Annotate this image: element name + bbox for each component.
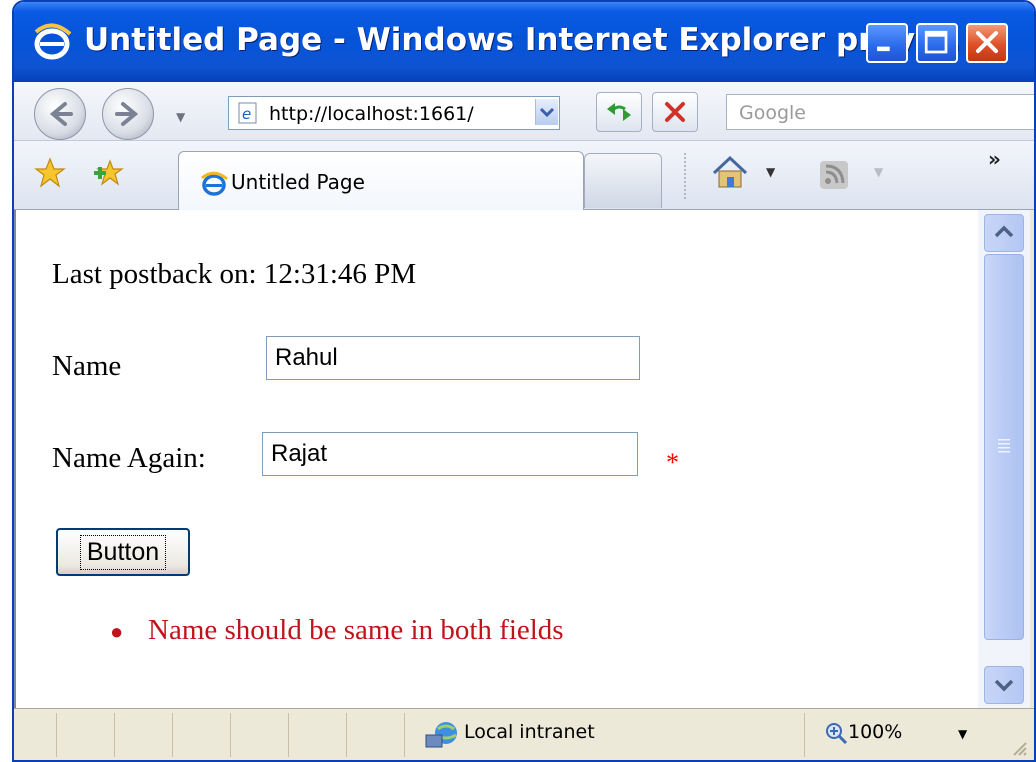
last-postback-text: Last postback on: 12:31:46 PM bbox=[52, 258, 417, 290]
back-button[interactable] bbox=[34, 88, 86, 140]
refresh-icon bbox=[607, 103, 631, 121]
scroll-thumb[interactable] bbox=[984, 254, 1024, 640]
zoom-dropdown[interactable]: ▼ bbox=[958, 727, 967, 741]
status-segment bbox=[172, 713, 231, 757]
address-dropdown-button[interactable] bbox=[535, 99, 558, 125]
minimize-icon bbox=[877, 46, 890, 52]
button-label: Button bbox=[79, 534, 167, 570]
name-again-label: Name Again: bbox=[52, 442, 206, 474]
feeds-dropdown[interactable]: ▼ bbox=[874, 165, 883, 179]
page-icon: e bbox=[238, 102, 257, 124]
close-icon bbox=[975, 31, 999, 54]
name-again-input[interactable] bbox=[262, 432, 638, 476]
submit-button[interactable]: Button bbox=[56, 528, 190, 576]
favorites-star-icon[interactable] bbox=[34, 157, 66, 189]
ie-logo-icon bbox=[34, 23, 72, 60]
window-title: Untitled Page - Windows Internet Explore… bbox=[84, 22, 961, 58]
forward-button[interactable] bbox=[102, 88, 154, 140]
toolbar-separator bbox=[684, 153, 686, 199]
chevron-down-icon bbox=[994, 679, 1014, 692]
tab-untitled-page[interactable]: Untitled Page bbox=[178, 151, 584, 210]
scroll-down-button[interactable] bbox=[984, 666, 1024, 704]
maximize-button[interactable] bbox=[916, 23, 958, 63]
status-segment bbox=[14, 713, 57, 757]
address-bar[interactable]: e http://localhost:1661/ bbox=[228, 96, 560, 130]
add-favorite-icon[interactable] bbox=[92, 157, 124, 189]
status-segment bbox=[288, 713, 347, 757]
new-tab-button[interactable] bbox=[584, 153, 662, 208]
status-segment bbox=[230, 713, 289, 757]
security-zone-text: Local intranet bbox=[464, 721, 595, 743]
feeds-icon[interactable] bbox=[818, 159, 850, 191]
local-intranet-icon bbox=[425, 722, 457, 748]
close-button[interactable] bbox=[966, 23, 1008, 63]
title-bar[interactable]: Untitled Page - Windows Internet Explore… bbox=[14, 2, 1034, 82]
required-validator-marker: * bbox=[666, 448, 679, 477]
stop-button[interactable] bbox=[652, 92, 698, 132]
bullet-icon: ● bbox=[110, 619, 124, 644]
more-tools-chevron-icon[interactable]: » bbox=[988, 147, 1001, 171]
scroll-up-button[interactable] bbox=[984, 214, 1024, 252]
svg-text:e: e bbox=[242, 105, 251, 123]
validation-summary: ● Name should be same in both fields bbox=[110, 614, 564, 647]
status-segment bbox=[114, 713, 173, 757]
name-label: Name bbox=[52, 350, 122, 382]
maximize-icon bbox=[924, 30, 948, 54]
favorites-bar: Untitled Page ▼ ▼ » bbox=[14, 141, 1034, 210]
address-text[interactable]: http://localhost:1661/ bbox=[269, 103, 531, 125]
name-input[interactable] bbox=[266, 336, 640, 380]
minimize-button[interactable] bbox=[866, 23, 908, 63]
home-dropdown[interactable]: ▼ bbox=[766, 165, 775, 179]
navigation-bar: ▼ e http://localhost:1661/ Google bbox=[14, 82, 1034, 141]
status-segment bbox=[346, 713, 405, 757]
recent-pages-dropdown[interactable]: ▼ bbox=[176, 110, 185, 124]
grip-icon bbox=[998, 439, 1010, 453]
zoom-icon[interactable] bbox=[824, 721, 848, 745]
chevron-down-icon bbox=[539, 107, 555, 118]
page-content: Last postback on: 12:31:46 PM Name Name … bbox=[14, 210, 978, 708]
validation-error-text: Name should be same in both fields bbox=[148, 614, 564, 646]
home-icon[interactable] bbox=[710, 153, 750, 191]
vertical-scrollbar[interactable] bbox=[978, 210, 1030, 708]
zoom-level[interactable]: 100% bbox=[848, 721, 902, 743]
back-arrow-icon bbox=[49, 102, 73, 126]
search-box[interactable]: Google bbox=[726, 94, 1034, 130]
resize-grip-icon[interactable] bbox=[1010, 739, 1028, 757]
browser-window: Untitled Page - Windows Internet Explore… bbox=[12, 0, 1036, 762]
forward-arrow-icon bbox=[115, 102, 139, 126]
refresh-button[interactable] bbox=[596, 92, 642, 132]
chevron-up-icon bbox=[994, 225, 1014, 238]
status-segment bbox=[56, 713, 115, 757]
ie-page-icon bbox=[201, 171, 228, 196]
validation-error-item: ● Name should be same in both fields bbox=[110, 614, 564, 647]
stop-icon bbox=[665, 102, 685, 122]
tab-label: Untitled Page bbox=[231, 170, 365, 194]
search-placeholder[interactable]: Google bbox=[739, 102, 806, 124]
status-bar: Local intranet 100% ▼ bbox=[14, 708, 1034, 760]
